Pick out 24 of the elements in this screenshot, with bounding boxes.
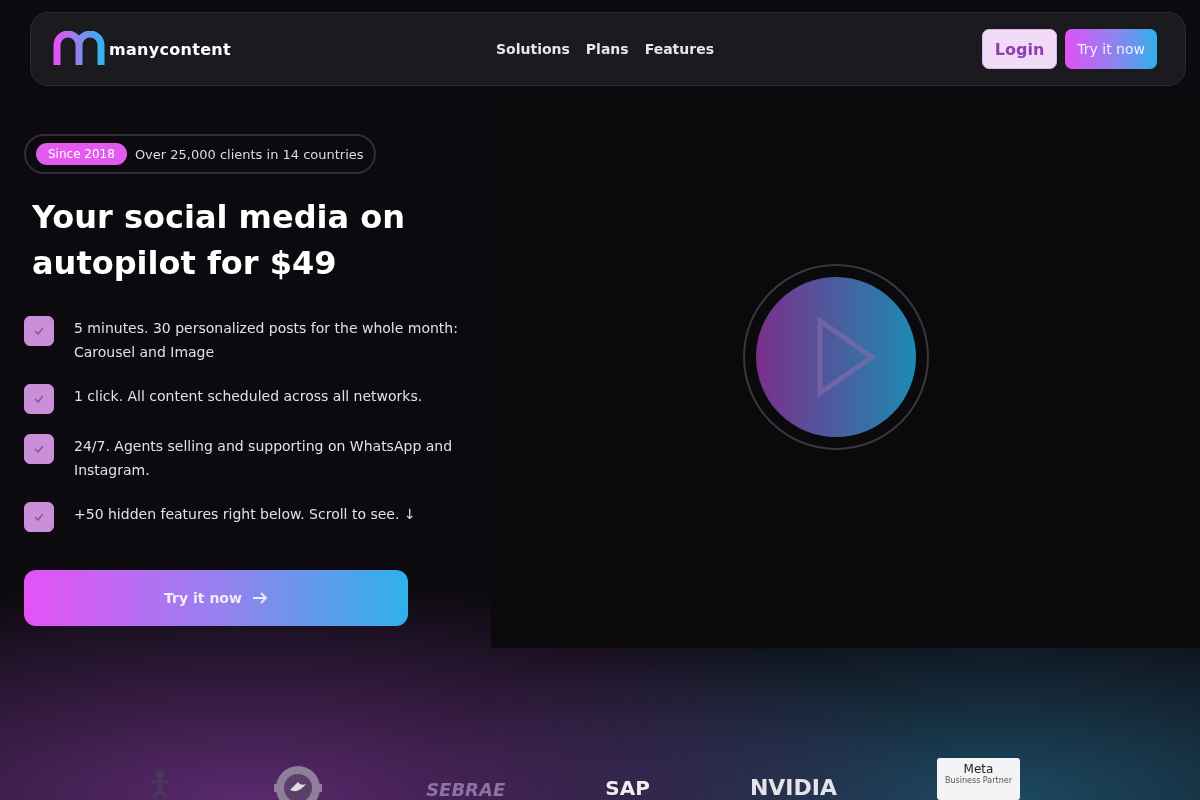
logo-icon (53, 31, 105, 67)
check-icon (34, 445, 44, 453)
logo-text: manycontent (109, 39, 231, 59)
login-button[interactable]: Login (981, 29, 1058, 69)
feature-text: 1 click. All content scheduled across all networks. (74, 387, 423, 406)
play-button[interactable] (741, 263, 930, 451)
nav-link[interactable]: Solutions (495, 41, 570, 57)
nav-link[interactable]: Features (644, 41, 714, 57)
check-icon (34, 513, 44, 521)
partner-logo: NVIDIA (749, 775, 837, 800)
meta-name: Meta (963, 762, 994, 776)
partner-logo: SEBRAE (426, 779, 506, 800)
since-badge: Since 2018 (36, 143, 127, 165)
clients-text: Over 25,000 clients in 14 countries (134, 146, 364, 162)
feature-text: 5 minutes. 30 personalized posts for the whole month: Carousel and Image (74, 319, 459, 362)
feature-text: +50 hidden features right below. Scroll to see. ↓ (74, 505, 416, 524)
check-icon (34, 327, 44, 335)
check-icon (34, 395, 44, 403)
meta-sub: Business Partner (945, 776, 1012, 785)
partner-logo: SAP (605, 776, 650, 800)
nav-link[interactable]: Plans (585, 41, 629, 57)
hero-title: Your social media on autopilot for $49 (32, 197, 406, 284)
feature-text: 24/7. Agents selling and supporting on WhatsApp and Instagram. (74, 437, 454, 480)
arrow-icon (251, 591, 268, 605)
